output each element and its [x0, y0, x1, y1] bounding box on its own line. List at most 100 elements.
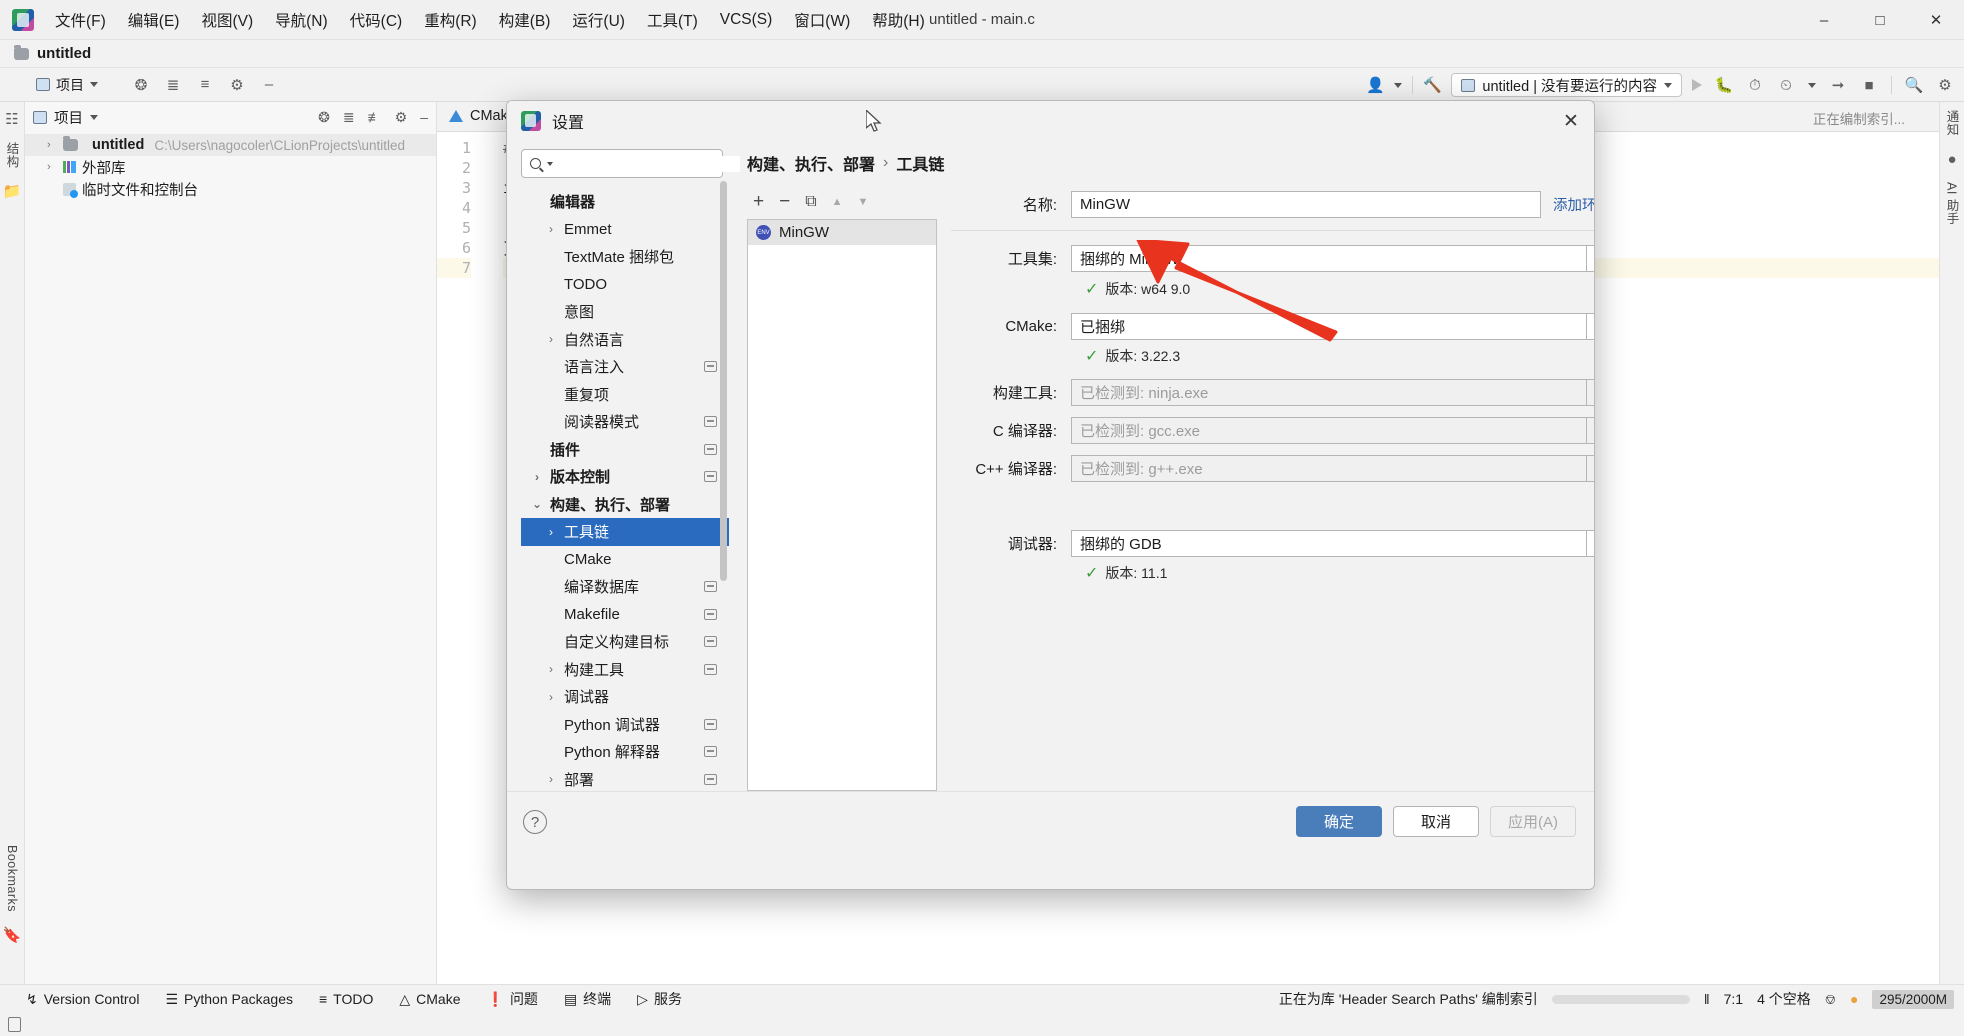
chevron-icon[interactable]: › — [531, 470, 543, 484]
toolchain-list[interactable]: ENV MinGW — [747, 219, 937, 791]
status-version-control[interactable]: ↯ Version Control — [26, 991, 139, 1008]
settings-tree-item[interactable]: ›调试器 — [521, 683, 729, 711]
breadcrumb-item-0[interactable]: 构建、执行、部署 — [747, 151, 875, 175]
c-compiler-input[interactable]: 已检测到: gcc.exe — [1071, 417, 1587, 444]
menu-edit[interactable]: 编辑(E) — [117, 4, 191, 36]
chevron-icon[interactable]: › — [545, 222, 557, 236]
settings-gear-icon[interactable]: ⚙ — [1936, 76, 1954, 94]
menu-file[interactable]: 文件(F) — [44, 4, 117, 36]
run-icon[interactable] — [1692, 79, 1702, 91]
user-avatar-icon[interactable]: 👤 — [1366, 76, 1384, 94]
cpp-compiler-input[interactable]: 已检测到: g++.exe — [1071, 455, 1587, 482]
stop-icon[interactable]: ■ — [1860, 76, 1878, 94]
settings-tree-item[interactable]: Python 调试器 — [521, 711, 729, 739]
project-tool-chip[interactable]: 项目 — [28, 73, 106, 97]
menu-window[interactable]: 窗口(W) — [783, 4, 861, 36]
settings-tree-item[interactable]: 语言注入 — [521, 353, 729, 381]
settings-tree-item[interactable]: ⌄构建、执行、部署 — [521, 491, 729, 519]
apply-button[interactable]: 应用(A) — [1490, 806, 1576, 837]
remove-toolchain-button[interactable]: − — [779, 191, 790, 213]
rail-ai-label[interactable]: AI 助手 — [1943, 182, 1962, 225]
settings-tree-item[interactable]: ›工具链 — [521, 518, 729, 546]
cmake-browse-button[interactable] — [1587, 313, 1595, 340]
settings-tree-item[interactable]: ›构建工具 — [521, 656, 729, 684]
debugger-browse-button[interactable] — [1587, 530, 1595, 557]
expand-all-icon[interactable]: ≣ — [164, 76, 182, 94]
menu-help[interactable]: 帮助(H) — [861, 4, 936, 36]
warning-icon[interactable]: ● — [1850, 991, 1858, 1007]
status-python-packages[interactable]: ☰ Python Packages — [165, 991, 293, 1008]
menu-vcs[interactable]: VCS(S) — [709, 6, 784, 34]
settings-tree-item[interactable]: ›部署 — [521, 766, 729, 794]
project-tree-node-root[interactable]: › untitled C:\Users\nagocoler\CLionProje… — [25, 134, 436, 156]
menu-view[interactable]: 视图(V) — [190, 4, 264, 36]
settings-tree-item[interactable]: TextMate 捆绑包 — [521, 243, 729, 271]
settings-tree-item[interactable]: 编辑器 — [521, 188, 729, 216]
run-coverage-icon[interactable]: ⏱ — [1746, 76, 1764, 94]
settings-tree-item[interactable]: CMake — [521, 546, 729, 574]
add-environment-link[interactable]: 添加环境 — [1553, 194, 1595, 215]
c-compiler-browse-button[interactable] — [1587, 417, 1595, 444]
select-opened-file-icon[interactable]: ❂ — [318, 109, 330, 126]
panel-hide-icon[interactable]: – — [420, 109, 428, 125]
settings-tree-item[interactable]: ›Emmet — [521, 216, 729, 244]
debug-icon[interactable]: 🐛 — [1715, 76, 1733, 94]
cpp-compiler-browse-button[interactable] — [1587, 455, 1595, 482]
locate-icon[interactable]: ❂ — [132, 76, 150, 94]
indent-setting[interactable]: 4 个空格 — [1757, 989, 1811, 1009]
rail-bookmarks-label[interactable]: Bookmarks — [5, 845, 19, 912]
settings-tree-scrollbar[interactable] — [720, 181, 727, 581]
chevron-icon[interactable]: › — [545, 662, 557, 676]
settings-tree-item[interactable]: TODO — [521, 271, 729, 299]
pause-indexing-icon[interactable]: ‖ — [1704, 991, 1710, 1007]
menu-tools[interactable]: 工具(T) — [636, 4, 709, 36]
hide-panel-icon[interactable]: – — [260, 76, 278, 94]
chevron-icon[interactable]: › — [545, 525, 557, 539]
rail-notifications-label[interactable]: 通知 — [1943, 110, 1962, 136]
chevron-icon[interactable]: › — [545, 772, 557, 786]
menu-navigate[interactable]: 导航(N) — [264, 4, 339, 36]
attach-process-icon[interactable]: ➞ — [1829, 76, 1847, 94]
collapse-all-icon[interactable]: ≡ — [196, 76, 214, 94]
project-rail-icon[interactable]: ☷ — [3, 110, 21, 128]
copy-toolchain-button[interactable]: ⧉ — [805, 193, 816, 211]
settings-search-box[interactable] — [521, 149, 723, 178]
profile-icon[interactable]: ⏲ — [1777, 76, 1795, 94]
line-separator-icon[interactable]: ⎊ — [1825, 991, 1836, 1008]
settings-tree-item[interactable]: Python 解释器 — [521, 738, 729, 766]
project-tree-node-scratches[interactable]: 临时文件和控制台 — [25, 178, 436, 200]
gear-icon[interactable]: ⚙ — [228, 76, 246, 94]
debugger-input[interactable]: 捆绑的 GDB — [1071, 530, 1587, 557]
name-input[interactable]: MinGW — [1071, 191, 1541, 218]
settings-tree-item[interactable]: 插件 — [521, 436, 729, 464]
move-down-button[interactable]: ▼ — [858, 196, 869, 208]
memory-indicator[interactable]: 295/2000M — [1872, 990, 1954, 1009]
settings-search-input[interactable] — [559, 156, 740, 172]
chevron-icon[interactable]: › — [545, 332, 557, 346]
close-button[interactable]: ✕ — [1908, 0, 1964, 40]
status-problems[interactable]: ❗ 问题 — [487, 989, 538, 1009]
profile-chevron-down-icon[interactable] — [1808, 83, 1816, 88]
menu-run[interactable]: 运行(U) — [561, 4, 636, 36]
panel-gear-icon[interactable]: ⚙ — [395, 109, 408, 126]
menu-refactor[interactable]: 重构(R) — [413, 4, 488, 36]
ok-button[interactable]: 确定 — [1296, 806, 1382, 837]
run-configuration-selector[interactable]: untitled | 没有要运行的内容 — [1451, 73, 1682, 97]
rail-structure-label[interactable]: 结构 — [3, 142, 22, 168]
move-up-button[interactable]: ▲ — [832, 196, 843, 208]
project-panel-chevron-down-icon[interactable] — [90, 115, 98, 120]
bookmarks-rail-icon[interactable]: 🔖 — [3, 926, 21, 944]
toolset-input[interactable]: 捆绑的 MinGW — [1071, 245, 1587, 272]
caret-position[interactable]: 7:1 — [1724, 991, 1743, 1007]
status-cmake[interactable]: △ CMake — [399, 991, 460, 1008]
chevron-icon[interactable]: ⌄ — [531, 497, 543, 511]
dialog-close-button[interactable]: ✕ — [1556, 106, 1586, 136]
menu-code[interactable]: 代码(C) — [339, 4, 414, 36]
status-terminal[interactable]: ▤ 终端 — [564, 989, 611, 1009]
maximize-button[interactable]: □ — [1852, 0, 1908, 40]
settings-tree-item[interactable]: 阅读器模式 — [521, 408, 729, 436]
settings-tree-item[interactable]: 重复项 — [521, 381, 729, 409]
project-tree-node-external-libraries[interactable]: › 外部库 — [25, 156, 436, 178]
cancel-button[interactable]: 取消 — [1393, 806, 1479, 837]
settings-tree-item[interactable]: ›自然语言 — [521, 326, 729, 354]
